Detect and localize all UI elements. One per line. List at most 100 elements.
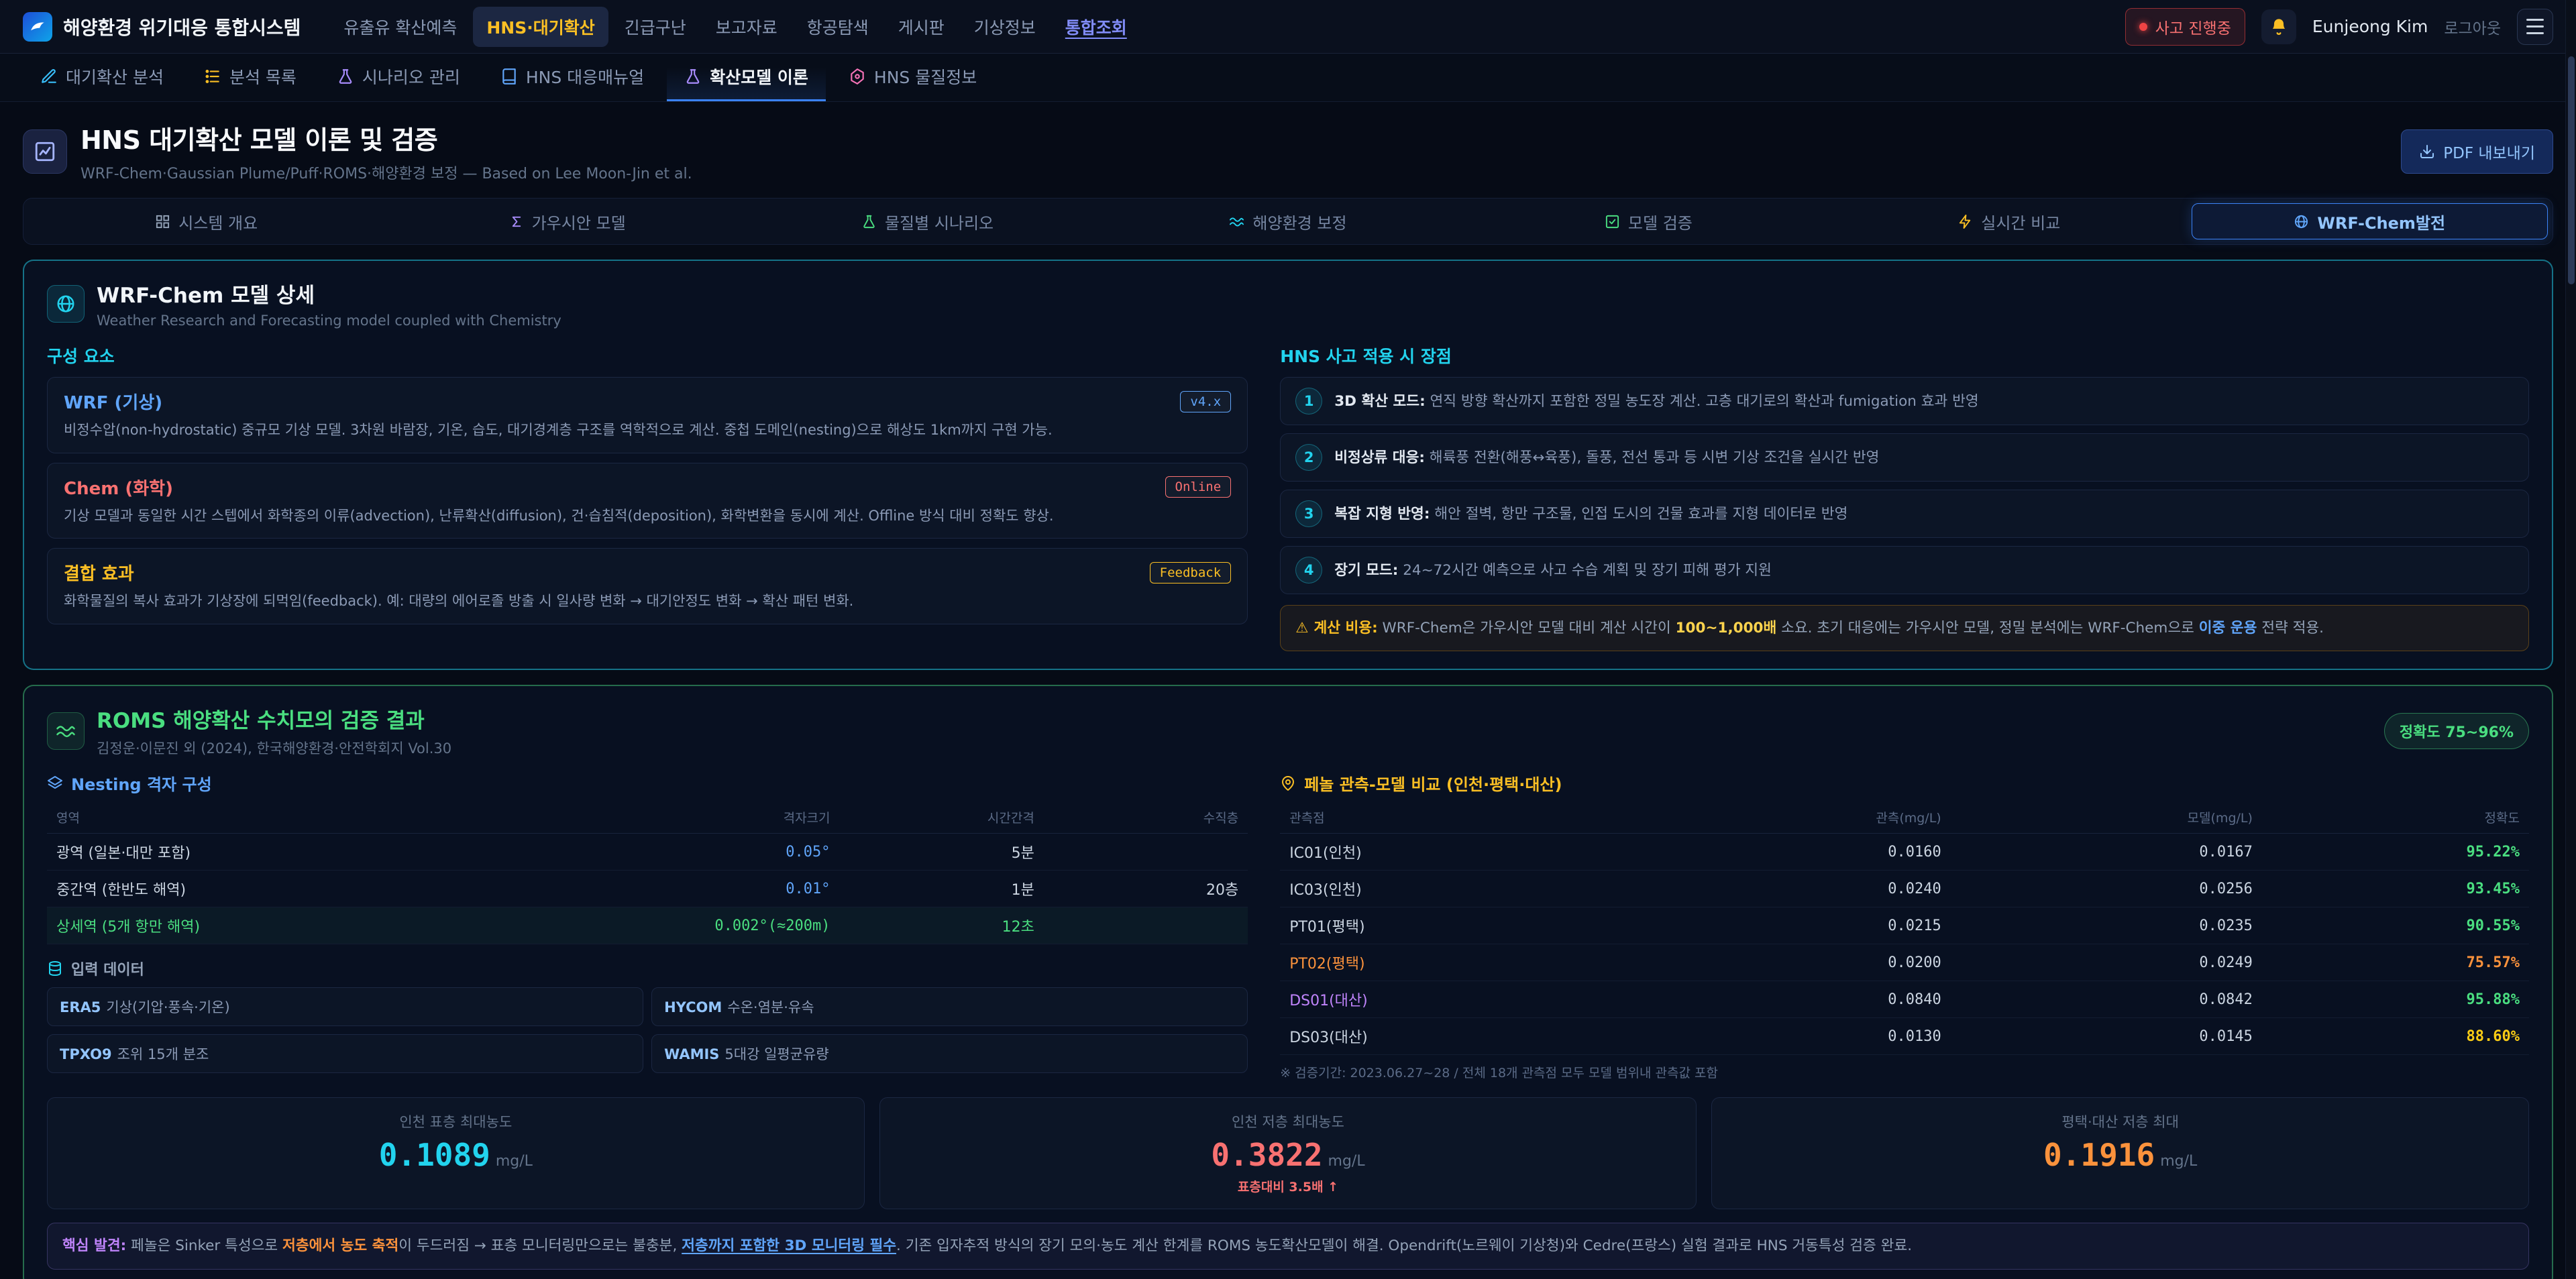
component-card-coupling: 결합 효과 Feedback 화학물질의 복사 효과가 기상장에 되먹임(fee…	[47, 548, 1248, 624]
nav-item-board[interactable]: 게시판	[885, 7, 958, 47]
component-card-wrf: WRF (기상) v4.x 비정수압(non-hydrostatic) 중규모 …	[47, 377, 1248, 453]
table-row-highlighted: 상세역 (5개 항만 해역) 0.002°(≈200m) 12초	[47, 907, 1248, 944]
subnav-item-model-theory[interactable]: 확산모델 이론	[667, 54, 826, 101]
comparison-heading: 페놀 관측-모델 비교 (인천·평택·대산)	[1304, 771, 1562, 795]
tab-model-validation[interactable]: 모델 검증	[1470, 203, 1827, 239]
chart-icon	[23, 129, 67, 174]
subnav-item-air-analysis[interactable]: 대기확산 분석	[23, 54, 181, 101]
subnav-item-hns-substance-info[interactable]: HNS 물질정보	[831, 54, 994, 101]
mode-badge: Online	[1165, 476, 1232, 498]
tab-marine-correction[interactable]: 해양환경 보정	[1110, 203, 1466, 239]
advantage-item: 2 비정상류 대응: 해륙풍 전환(해풍↔육풍), 돌풍, 전선 통과 등 시변…	[1280, 433, 2529, 482]
tab-substance-scenarios[interactable]: 물질별 시나리오	[749, 203, 1106, 239]
user-name: Eunjeong Kim	[2312, 17, 2428, 36]
nesting-heading: Nesting 격자 구성	[71, 771, 212, 795]
input-chip-era5: ERA5기상(기압·풍속·기온)	[47, 987, 643, 1026]
tab-system-overview[interactable]: 시스템 개요	[28, 203, 384, 239]
wave-icon	[1229, 214, 1244, 229]
app-title: 해양환경 위기대응 통합시스템	[63, 13, 301, 40]
sigma-icon	[508, 214, 524, 229]
components-heading: 구성 요소	[47, 343, 1248, 368]
component-title: Chem (화학)	[64, 475, 173, 500]
check-square-icon	[1605, 214, 1620, 229]
incident-status-badge[interactable]: 사고 진행중	[2125, 8, 2245, 46]
grid-icon	[155, 214, 170, 229]
book-icon	[500, 68, 518, 85]
roms-section-title: ROMS 해양확산 수치모의 검증 결과	[97, 704, 451, 734]
component-description: 화학물질의 복사 효과가 기상장에 되먹임(feedback). 예: 대량의 …	[64, 590, 1231, 612]
nav-item-reports[interactable]: 보고자료	[702, 7, 791, 47]
observation-model-table: 관측점 관측(mg/L) 모델(mg/L) 정확도 IC01(인천) 0.016…	[1280, 801, 2529, 1055]
nav-item-integrated-search[interactable]: 통합조회	[1052, 7, 1140, 47]
logout-button[interactable]: 로그아웃	[2444, 15, 2501, 38]
step-number: 2	[1295, 444, 1322, 471]
nav-item-rescue[interactable]: 긴급구난	[611, 7, 700, 47]
list-icon	[204, 68, 221, 85]
tab-realtime-comparison[interactable]: 실시간 비교	[1831, 203, 2187, 239]
warning-icon: ⚠	[1295, 620, 1308, 636]
top-navigation: 해양환경 위기대응 통합시스템 유출유 확산예측 HNS·대기확산 긴급구난 보…	[0, 0, 2576, 54]
version-badge: v4.x	[1180, 391, 1231, 412]
nesting-grid-table: 영역 격자크기 시간간격 수직층 광역 (일본·대만 포함) 0.05° 5분 …	[47, 801, 1248, 944]
inputs-heading: 입력 데이터	[71, 958, 144, 979]
step-number: 3	[1295, 500, 1322, 527]
component-description: 기상 모델과 동일한 시간 스텝에서 화학종의 이류(advection), 난…	[64, 505, 1231, 527]
notification-bell-button[interactable]	[2261, 9, 2296, 44]
component-card-chem: Chem (화학) Online 기상 모델과 동일한 시간 스텝에서 화학종의…	[47, 463, 1248, 539]
nav-item-oil-spill[interactable]: 유출유 확산예측	[330, 7, 470, 47]
flask-icon	[861, 214, 877, 229]
nav-item-aerial-search[interactable]: 항공탐색	[794, 7, 882, 47]
flask-icon	[684, 68, 702, 85]
validation-note: ※ 검증기간: 2023.06.27~28 / 전체 18개 관측점 모두 모델…	[1280, 1063, 2529, 1081]
bell-icon	[2269, 17, 2288, 36]
roms-validation-section: ROMS 해양확산 수치모의 검증 결과 김정운·이문진 외 (2024), 한…	[23, 685, 2553, 1279]
subnav-item-analysis-list[interactable]: 분석 목록	[186, 54, 314, 101]
table-row: PT01(평택) 0.0215 0.0235 90.55%	[1280, 907, 2529, 944]
pdf-export-button[interactable]: PDF 내보내기	[2401, 129, 2553, 174]
bolt-icon	[1957, 214, 1973, 229]
table-row: DS01(대산) 0.0840 0.0842 95.88%	[1280, 981, 2529, 1018]
table-row: IC03(인천) 0.0240 0.0256 93.45%	[1280, 871, 2529, 907]
section-tabbar: 시스템 개요 가우시안 모델 물질별 시나리오 해양환경 보정 모델 검증 실시…	[23, 198, 2553, 245]
page-header: HNS 대기확산 모델 이론 및 검증 WRF-Chem·Gaussian Pl…	[23, 119, 2553, 183]
advantage-item: 4 장기 모드: 24~72시간 예측으로 사고 수습 계획 및 장기 피해 평…	[1280, 546, 2529, 594]
globe-icon	[47, 285, 85, 323]
table-row: PT02(평택) 0.0200 0.0249 75.57%	[1280, 944, 2529, 981]
roms-section-subtitle: 김정운·이문진 외 (2024), 한국해양환경·안전학회지 Vol.30	[97, 738, 451, 758]
app-logo[interactable]: 해양환경 위기대응 통합시스템	[23, 12, 301, 42]
page-subtitle: WRF-Chem·Gaussian Plume/Puff·ROMS·해양환경 보…	[80, 162, 692, 183]
layers-icon	[47, 775, 63, 791]
page-title: HNS 대기확산 모델 이론 및 검증	[80, 119, 692, 156]
wing-icon	[23, 12, 52, 42]
subnav-item-hns-manual[interactable]: HNS 대응매뉴얼	[483, 54, 661, 101]
pencil-icon	[40, 68, 58, 85]
incident-dot-icon	[2139, 23, 2147, 31]
accuracy-badge: 정확도 75~96%	[2384, 713, 2529, 749]
flask-icon	[337, 68, 354, 85]
tab-gaussian-model[interactable]: 가우시안 모델	[388, 203, 745, 239]
input-chip-tpxo9: TPXO9조위 15개 분조	[47, 1034, 643, 1073]
wrfchem-detail-section: WRF-Chem 모델 상세 Weather Research and Fore…	[23, 260, 2553, 670]
wave-icon	[47, 712, 85, 750]
component-description: 비정수압(non-hydrostatic) 중규모 기상 모델. 3차원 바람장…	[64, 419, 1231, 441]
table-row: 중간역 (한반도 해역) 0.01° 1분 20층	[47, 871, 1248, 907]
wrfchem-section-title: WRF-Chem 모델 상세	[97, 278, 561, 309]
database-icon	[47, 960, 63, 977]
nav-item-hns-air[interactable]: HNS·대기확산	[473, 7, 608, 47]
stat-card-bottom-max: 인천 저층 최대농도 0.3822mg/L 표층대비 3.5배 ↑	[879, 1097, 1697, 1209]
main-menu: 유출유 확산예측 HNS·대기확산 긴급구난 보고자료 항공탐색 게시판 기상정…	[330, 7, 1140, 47]
nav-item-weather[interactable]: 기상정보	[961, 7, 1049, 47]
key-finding-callout: 핵심 발견: 페놀은 Sinker 특성으로 저층에서 농도 축적이 두드러짐 …	[47, 1223, 2529, 1269]
advantages-heading: HNS 사고 적용 시 장점	[1280, 343, 2529, 368]
input-chip-hycom: HYCOM수온·염분·유속	[651, 987, 1248, 1026]
pin-icon	[1280, 775, 1296, 791]
stat-card-surface-max: 인천 표층 최대농도 0.1089mg/L	[47, 1097, 865, 1209]
sub-navigation: 대기확산 분석 분석 목록 시나리오 관리 HNS 대응매뉴얼 확산모델 이론 …	[0, 54, 2576, 102]
step-number: 4	[1295, 557, 1322, 583]
tab-wrfchem-advanced[interactable]: WRF-Chem발전	[2192, 203, 2548, 239]
incident-label: 사고 진행중	[2155, 15, 2231, 38]
scrollbar-thumb[interactable]	[2568, 56, 2575, 284]
subnav-item-scenario-management[interactable]: 시나리오 관리	[319, 54, 478, 101]
menu-button[interactable]	[2517, 9, 2553, 45]
table-row: IC01(인천) 0.0160 0.0167 95.22%	[1280, 834, 2529, 871]
